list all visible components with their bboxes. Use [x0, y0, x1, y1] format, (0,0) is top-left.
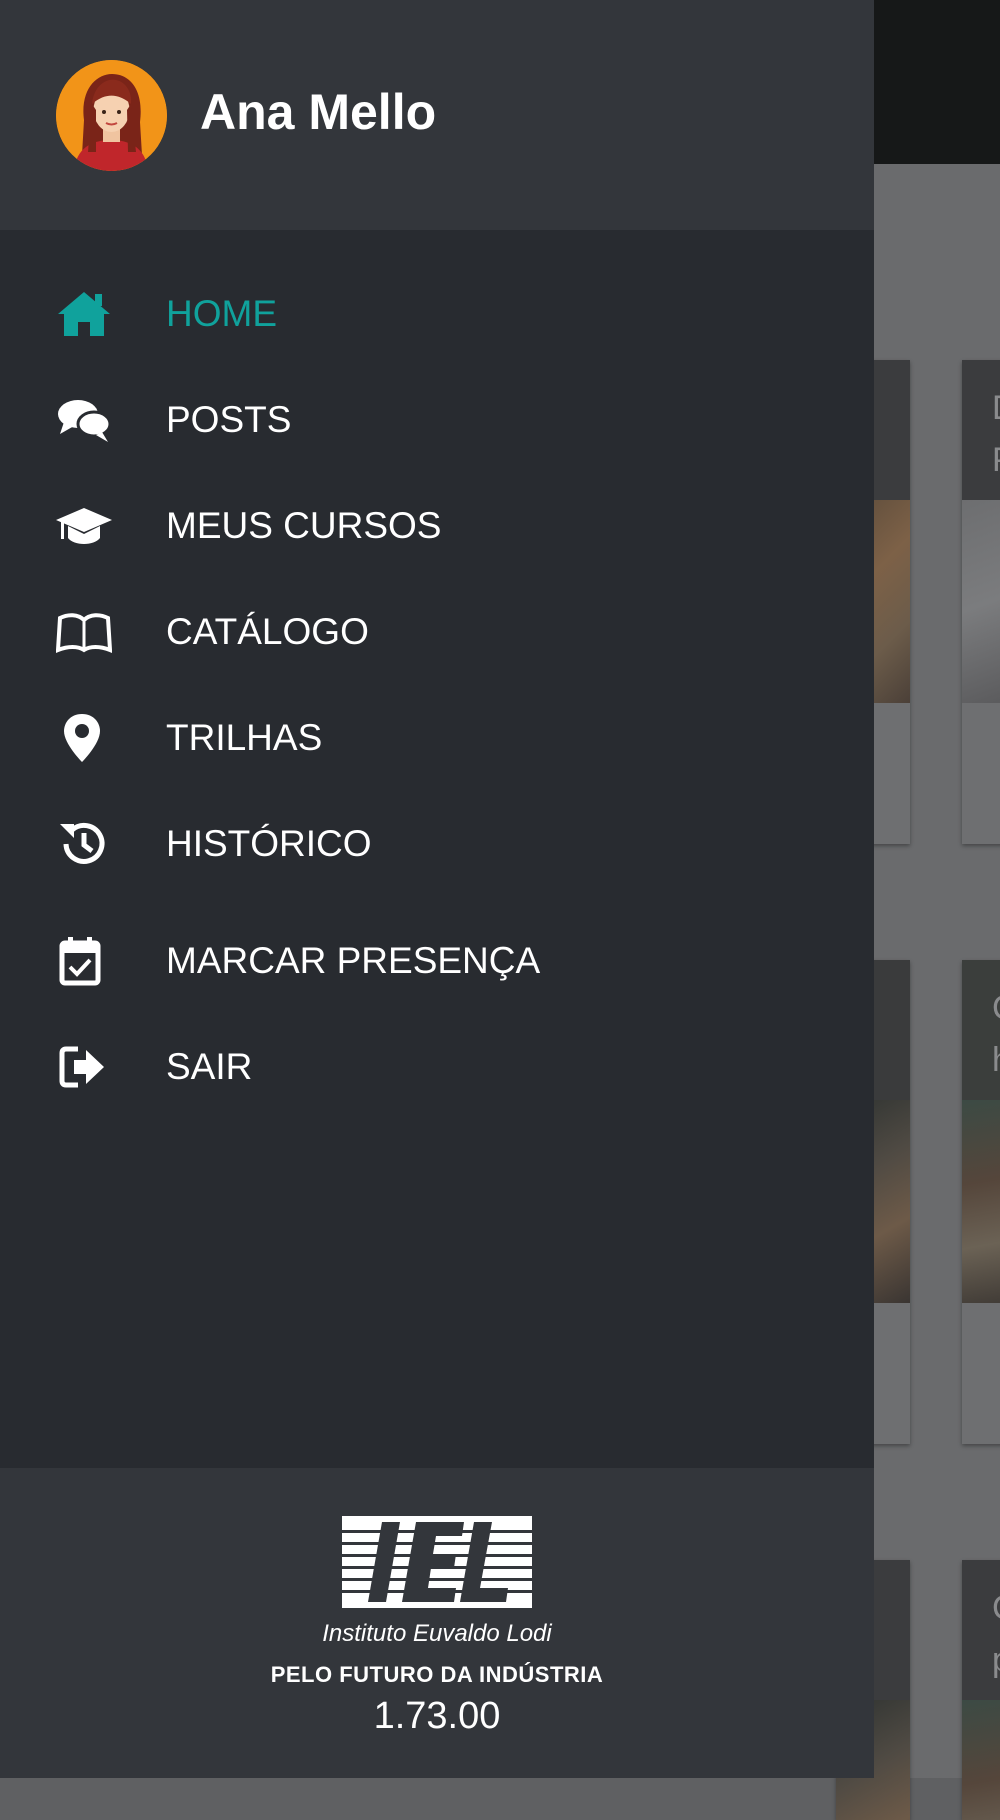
- menu-item-trilhas[interactable]: TRILHAS: [0, 688, 874, 788]
- card-title-fragment: p: [992, 1634, 1000, 1686]
- card-title-fragment: h: [992, 1034, 1000, 1086]
- menu-item-label: SAIR: [166, 1046, 253, 1087]
- user-avatar[interactable]: [56, 60, 167, 171]
- card-title-fragment: C: [992, 1582, 1000, 1634]
- menu-item-label: MARCAR PRESENÇA: [166, 940, 541, 981]
- menu-item-marcar-presenca[interactable]: MARCAR PRESENÇA: [0, 911, 874, 1011]
- menu-item-historico[interactable]: HISTÓRICO: [0, 794, 874, 894]
- background-course-card[interactable]: C h: [962, 960, 1000, 1444]
- card-title-fragment: C: [992, 982, 1000, 1034]
- menu-item-posts[interactable]: POSTS: [0, 370, 874, 470]
- history-icon: [60, 822, 105, 864]
- menu-item-meus-cursos[interactable]: MEUS CURSOS: [0, 476, 874, 576]
- menu-item-label: HOME: [166, 293, 277, 334]
- app-version: 1.73.00: [373, 1695, 501, 1737]
- menu-item-label: CATÁLOGO: [166, 611, 369, 652]
- avatar-woman-icon: [56, 60, 167, 171]
- menu-item-label: POSTS: [166, 399, 292, 440]
- navigation-drawer: Ana Mello HOME POSTS MEUS CURSOS CATÁLOG…: [0, 0, 874, 1778]
- graduation-cap-icon: [56, 508, 112, 544]
- card-title-fragment: P: [992, 434, 1000, 486]
- background-course-card[interactable]: D P: [962, 360, 1000, 844]
- menu-item-home[interactable]: HOME: [0, 264, 874, 364]
- iel-logo: [342, 1516, 532, 1608]
- user-name: Ana Mello: [200, 84, 437, 140]
- sign-out-icon: [59, 1046, 104, 1088]
- home-icon: [58, 292, 110, 336]
- iel-slogan: PELO FUTURO DA INDÚSTRIA: [270, 1662, 604, 1687]
- open-book-icon: [56, 613, 112, 653]
- menu-item-sair[interactable]: SAIR: [0, 1017, 874, 1117]
- iel-tagline: Instituto Euvaldo Lodi: [322, 1620, 552, 1647]
- calendar-check-icon: [59, 937, 101, 986]
- menu-item-catalogo[interactable]: CATÁLOGO: [0, 582, 874, 682]
- menu-item-label: MEUS CURSOS: [166, 505, 442, 546]
- menu-item-label: TRILHAS: [166, 717, 323, 758]
- comments-icon: [58, 400, 112, 442]
- card-title-fragment: D: [992, 382, 1000, 434]
- drawer-footer: Instituto Euvaldo Lodi PELO FUTURO DA IN…: [0, 1468, 874, 1778]
- background-course-card[interactable]: C p: [962, 1560, 1000, 1820]
- menu-item-label: HISTÓRICO: [166, 823, 372, 864]
- map-marker-icon: [64, 714, 100, 762]
- drawer-header: Ana Mello: [0, 0, 874, 230]
